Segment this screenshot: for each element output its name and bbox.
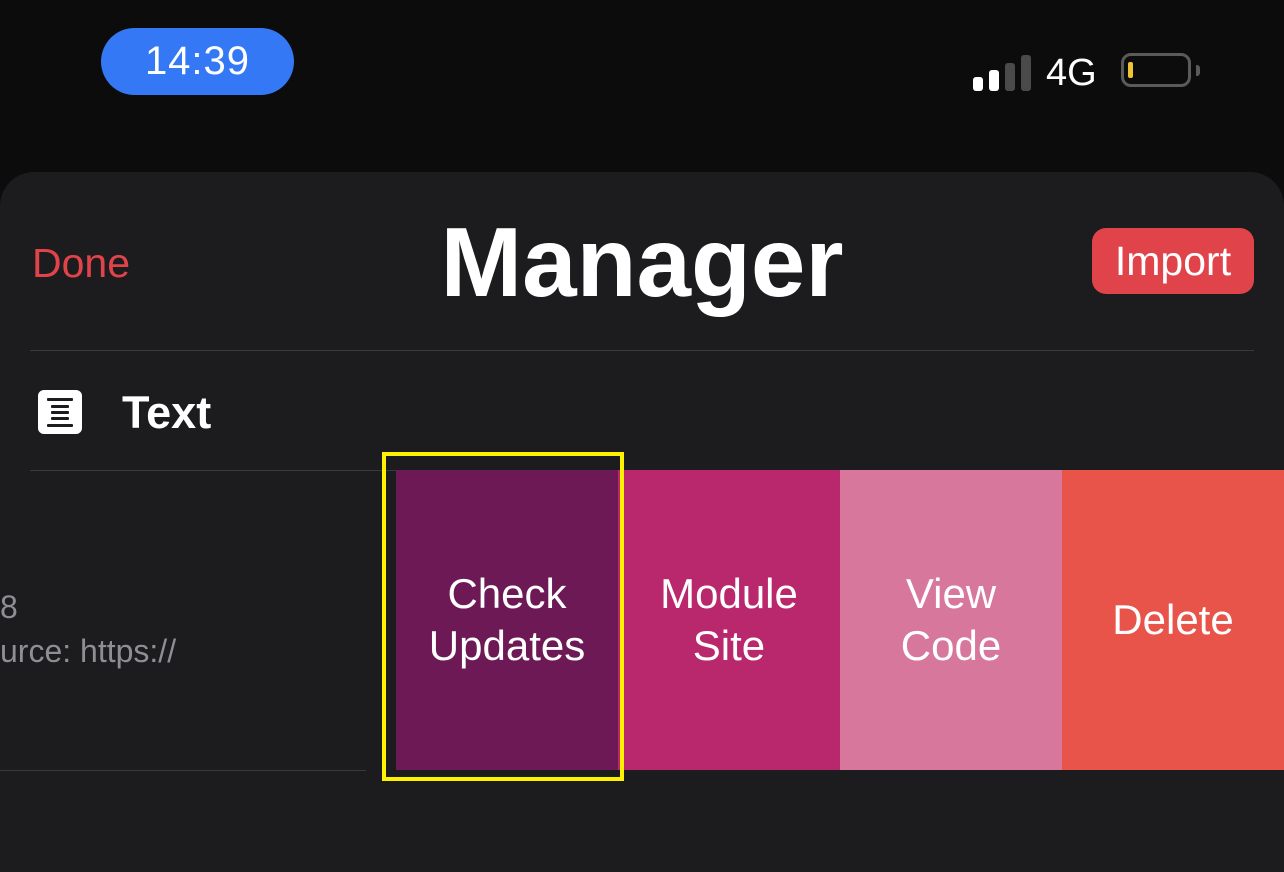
text-align-icon <box>38 390 82 434</box>
module-site-button[interactable]: Module Site <box>618 470 840 770</box>
status-time[interactable]: 14:39 <box>101 28 294 95</box>
action-label-line1: View <box>905 570 997 617</box>
action-label-line2: Site <box>692 622 766 669</box>
action-label-line2: Code <box>900 622 1002 669</box>
action-label-line1: Check <box>447 570 567 617</box>
module-source: urce: https:// <box>0 633 177 669</box>
battery-tip <box>1196 65 1200 76</box>
check-updates-button[interactable]: Check Updates <box>396 470 618 770</box>
section-label-text[interactable]: Text <box>122 385 211 440</box>
delete-button[interactable]: Delete <box>1062 470 1284 770</box>
status-bar: 14:39 4G <box>0 0 1284 130</box>
action-label-line2: Updates <box>428 622 586 669</box>
action-label-line1: Module <box>660 570 798 617</box>
row-bottom-divider <box>0 770 366 771</box>
network-type-label: 4G <box>1046 52 1097 94</box>
import-button[interactable]: Import <box>1092 228 1254 294</box>
cellular-signal-icon <box>973 55 1031 91</box>
action-label-delete: Delete <box>1112 596 1234 643</box>
view-code-button[interactable]: View Code <box>840 470 1062 770</box>
module-version: 8 <box>0 589 18 625</box>
battery-icon <box>1121 53 1191 87</box>
header-divider <box>30 350 1254 351</box>
battery-level <box>1128 62 1133 78</box>
